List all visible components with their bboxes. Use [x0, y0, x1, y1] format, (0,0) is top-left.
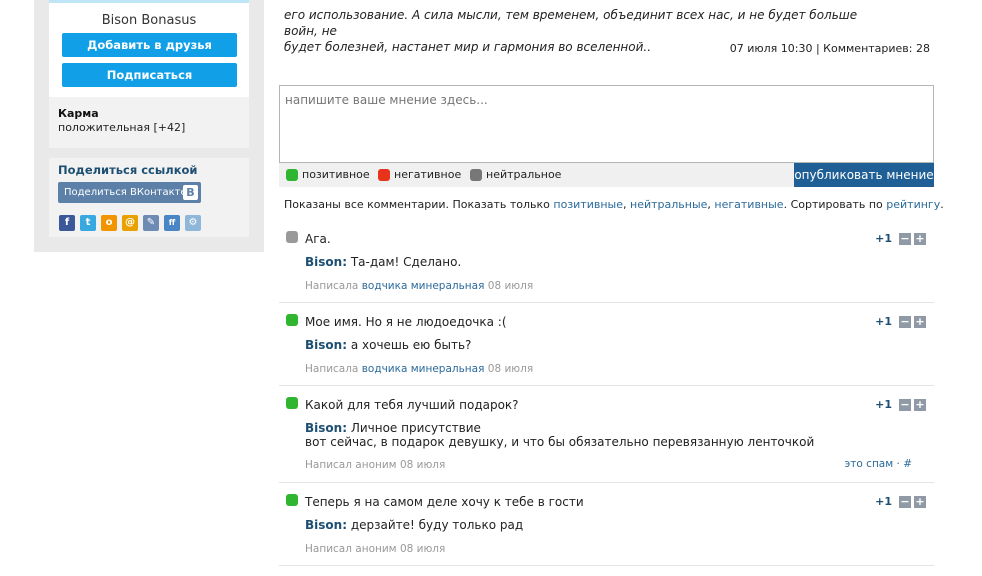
vote-down-button[interactable]: −: [899, 399, 911, 411]
neutral-dot-icon: [470, 169, 482, 181]
comment-text: Мое имя. Но я не людоедочка :(: [305, 315, 507, 329]
comment-filter: Показаны все комментарии. Показать тольк…: [284, 198, 944, 211]
vote-down-button[interactable]: −: [899, 496, 911, 508]
vote-score: +1: [875, 315, 892, 328]
author-reply: Bison: а хочешь ею быть?: [305, 338, 471, 352]
sort-rating-link[interactable]: рейтингу: [886, 198, 940, 211]
reply-text: а хочешь ею быть?: [350, 338, 472, 352]
friendfeed-icon[interactable]: ff: [164, 215, 180, 231]
vote-up-button[interactable]: +: [914, 316, 926, 328]
comment-form: позитивное негативное нейтральное опубли…: [279, 85, 934, 188]
filter-negative-link[interactable]: негативные: [714, 198, 783, 211]
tone-negative-option[interactable]: негативное: [378, 168, 461, 182]
comment-author-link[interactable]: водчика минеральная: [362, 363, 485, 375]
comment-meta: Написала водчика минеральная 08 июля: [305, 363, 533, 375]
comment-item: Какой для тебя лучший подарок? Bison: Ли…: [279, 393, 934, 483]
comment-date: 08 июля: [484, 280, 534, 292]
tone-negative-label: негативное: [394, 168, 462, 181]
reply-author: Bison:: [305, 255, 347, 269]
comment-text: Ага.: [305, 232, 331, 246]
comment-item: Ага. Bison: Та-дам! Сделано. Написала во…: [279, 227, 934, 303]
filter-middle: . Сортировать по: [783, 198, 887, 211]
karma-label: Карма: [58, 107, 99, 120]
tone-neutral-option[interactable]: нейтральное: [470, 168, 561, 182]
vk-icon: В: [183, 185, 198, 200]
author-reply: Bison: Та-дам! Сделано.: [305, 255, 461, 269]
odnoklassniki-icon[interactable]: o: [101, 215, 117, 231]
positive-dot-icon: [286, 169, 298, 181]
vote-control: +1 − +: [868, 399, 928, 411]
comment-input[interactable]: [279, 85, 934, 163]
add-friend-button[interactable]: Добавить в друзья: [62, 33, 237, 57]
neutral-dot-icon: [286, 231, 298, 243]
profile-card: Bison Bonasus Добавить в друзья Подписат…: [49, 0, 249, 148]
reply-author: Bison:: [305, 338, 347, 352]
comment-meta: Написала водчика минеральная 08 июля: [305, 280, 533, 292]
comment-meta: Написал аноним 08 июля: [305, 459, 446, 471]
vote-score: +1: [875, 398, 892, 411]
reply-text: дерзайте! буду только рад: [350, 518, 524, 532]
filter-sep1: ,: [623, 198, 630, 211]
vote-control: +1 − +: [868, 496, 928, 508]
facebook-icon[interactable]: f: [59, 215, 75, 231]
vote-up-button[interactable]: +: [914, 233, 926, 245]
vote-down-button[interactable]: −: [899, 233, 911, 245]
vote-control: +1 − +: [868, 316, 928, 328]
tone-bar: позитивное негативное нейтральное опубли…: [279, 163, 934, 187]
profile-header: Bison Bonasus Добавить в друзья Подписат…: [49, 0, 249, 97]
filter-prefix: Показаны все комментарии. Показать тольк…: [284, 198, 554, 211]
comment-text: Какой для тебя лучший подарок?: [305, 398, 519, 412]
karma-value: положительная [+42]: [58, 121, 186, 134]
comment-item: Мое имя. Но я не людоедочка :( Bison: а …: [279, 310, 934, 386]
positive-dot-icon: [286, 397, 298, 409]
filter-positive-link[interactable]: позитивные: [553, 198, 623, 211]
author-reply: Bison: дерзайте! буду только рад: [305, 518, 523, 532]
vote-control: +1 − +: [868, 233, 928, 245]
filter-neutral-link[interactable]: нейтральные: [630, 198, 707, 211]
livejournal-icon[interactable]: ✎: [143, 215, 159, 231]
vote-score: +1: [875, 495, 892, 508]
comment-anchor-link[interactable]: #: [903, 458, 912, 470]
filter-suffix: .: [940, 198, 944, 211]
publish-button[interactable]: опубликовать мнение: [794, 163, 934, 187]
comment-meta-prefix: Написала: [305, 363, 362, 375]
vote-up-button[interactable]: +: [914, 496, 926, 508]
comment-text: Теперь я на самом деле хочу к тебе в гос…: [305, 495, 584, 509]
tone-positive-label: позитивное: [302, 168, 370, 181]
reply-text: Личное присутствие: [350, 421, 481, 435]
share-card: Поделиться ссылкой Поделиться ВКонтакте …: [49, 158, 249, 237]
positive-dot-icon: [286, 494, 298, 506]
vote-score: +1: [875, 232, 892, 245]
share-vk-button[interactable]: Поделиться ВКонтакте В: [58, 182, 201, 203]
negative-dot-icon: [378, 169, 390, 181]
reply-text-line2: вот сейчас, в подарок девушку, и что бы …: [305, 435, 815, 449]
vote-down-button[interactable]: −: [899, 316, 911, 328]
mailru-icon[interactable]: @: [122, 215, 138, 231]
profile-name: Bison Bonasus: [101, 13, 197, 28]
subscribe-button[interactable]: Подписаться: [62, 63, 237, 87]
positive-dot-icon: [286, 314, 298, 326]
report-spam-link[interactable]: это спам: [845, 458, 894, 470]
tone-neutral-label: нейтральное: [486, 168, 562, 181]
comment-meta-prefix: Написала: [305, 280, 362, 292]
reply-author: Bison:: [305, 421, 347, 435]
post-meta: 07 июля 10:30 | Комментариев: 28: [729, 42, 930, 55]
comment-meta: Написал аноним 08 июля: [305, 543, 446, 555]
reply-text: Та-дам! Сделано.: [350, 255, 462, 269]
comment-date: 08 июля: [484, 363, 534, 375]
share-vk-label: Поделиться ВКонтакте: [64, 187, 187, 198]
vote-up-button[interactable]: +: [914, 399, 926, 411]
comment-item: Теперь я на самом деле хочу к тебе в гос…: [279, 490, 934, 566]
bookmark-icon[interactable]: ⚙: [185, 215, 201, 231]
reply-author: Bison:: [305, 518, 347, 532]
share-title: Поделиться ссылкой: [58, 163, 198, 177]
author-reply: Bison: Личное присутствие вот сейчас, в п…: [305, 421, 814, 449]
comment-author-link[interactable]: водчика минеральная: [362, 280, 485, 292]
sidebar: Bison Bonasus Добавить в друзья Подписат…: [34, 0, 264, 252]
spam-links: это спам · #: [844, 458, 912, 470]
tone-positive-option[interactable]: позитивное: [286, 168, 370, 182]
twitter-icon[interactable]: t: [80, 215, 96, 231]
post-text-line1: его использование. А сила мысли, тем вре…: [284, 8, 858, 38]
